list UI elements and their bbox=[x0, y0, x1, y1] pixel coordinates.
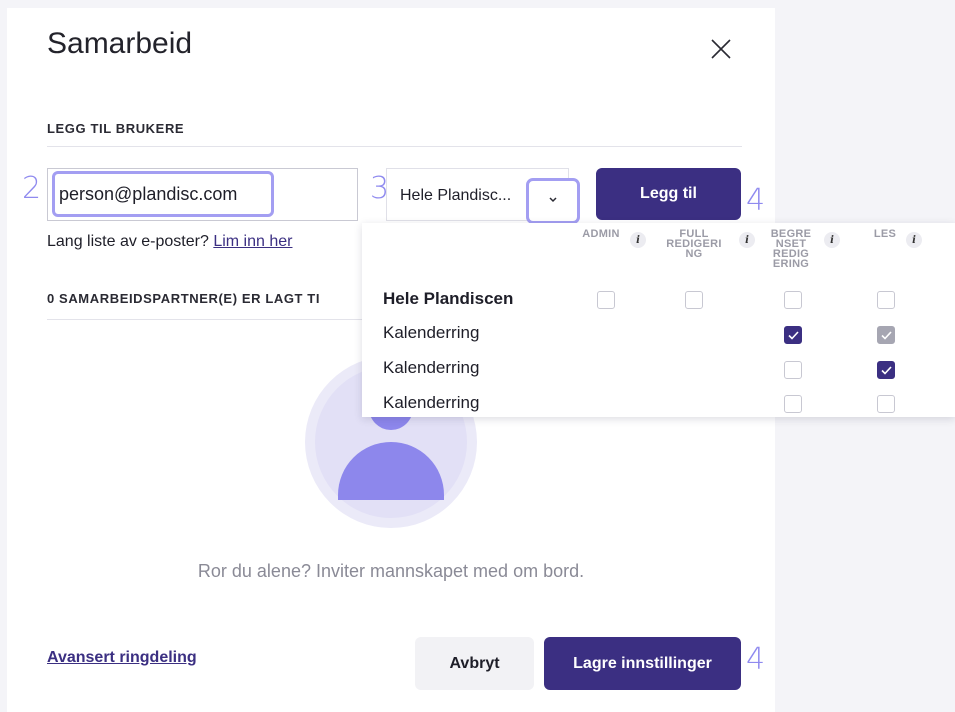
step-number: 2 bbox=[22, 171, 42, 206]
info-icon[interactable]: i bbox=[906, 232, 922, 248]
permission-row-label: Kalenderring bbox=[383, 393, 480, 412]
add-users-heading: LEGG TIL BRUKERE bbox=[47, 121, 185, 136]
dialog-title: Samarbeid bbox=[47, 27, 193, 60]
permission-checkbox[interactable] bbox=[597, 291, 615, 309]
step-number: 4 bbox=[746, 183, 766, 218]
permission-checkbox[interactable] bbox=[784, 361, 802, 379]
email-input[interactable]: person@plandisc.com bbox=[47, 168, 358, 221]
scope-dropdown-toggle[interactable] bbox=[526, 178, 580, 224]
paste-hint-text: Lang liste av e-poster? bbox=[47, 233, 209, 250]
permission-checkbox[interactable] bbox=[877, 361, 895, 379]
info-icon[interactable]: i bbox=[824, 232, 840, 248]
info-icon[interactable]: i bbox=[630, 232, 646, 248]
permission-row-label: Kalenderring bbox=[383, 323, 480, 342]
permission-checkbox[interactable] bbox=[877, 395, 895, 413]
close-icon[interactable] bbox=[710, 38, 732, 60]
chevron-down-icon bbox=[549, 197, 557, 203]
partners-heading: 0 SAMARBEIDSPARTNER(E) ER LAGT TI bbox=[47, 291, 321, 306]
save-button[interactable]: Lagre innstillinger bbox=[544, 637, 741, 690]
column-header-read: LES bbox=[873, 228, 897, 240]
paste-link[interactable]: Lim inn her bbox=[213, 233, 292, 250]
scope-select-value: Hele Plandisc... bbox=[400, 187, 512, 204]
permission-row-label: Hele Plandiscen bbox=[383, 289, 514, 308]
permission-checkbox[interactable] bbox=[685, 291, 703, 309]
column-header-admin: ADMIN bbox=[582, 228, 620, 240]
permission-row-label: Kalenderring bbox=[383, 358, 480, 377]
cancel-button[interactable]: Avbryt bbox=[415, 637, 534, 690]
info-icon[interactable]: i bbox=[739, 232, 755, 248]
empty-state-text: Ror du alene? Inviter mannskapet med om … bbox=[197, 561, 585, 581]
permission-checkbox[interactable] bbox=[877, 291, 895, 309]
permission-checkbox[interactable] bbox=[784, 395, 802, 413]
paste-hint: Lang liste av e-poster? Lim inn her bbox=[47, 233, 292, 251]
permission-checkbox[interactable] bbox=[784, 326, 802, 344]
permission-checkbox[interactable] bbox=[877, 326, 895, 344]
column-header-full-editing: FULL REDIGERI NG bbox=[666, 228, 722, 260]
permission-checkbox[interactable] bbox=[784, 291, 802, 309]
divider bbox=[47, 319, 363, 320]
step-number: 4 bbox=[746, 642, 766, 677]
divider bbox=[47, 146, 742, 147]
add-button[interactable]: Legg til bbox=[596, 168, 741, 220]
email-input-value: person@plandisc.com bbox=[59, 184, 238, 204]
permission-dropdown: ADMIN i FULL REDIGERI NG i BEGRE NSET REDIG E… bbox=[362, 223, 955, 417]
advanced-sharing-link[interactable]: Avansert ringdeling bbox=[47, 649, 197, 667]
column-header-limited-editing: BEGRE NSET REDIG ERING bbox=[770, 228, 812, 270]
